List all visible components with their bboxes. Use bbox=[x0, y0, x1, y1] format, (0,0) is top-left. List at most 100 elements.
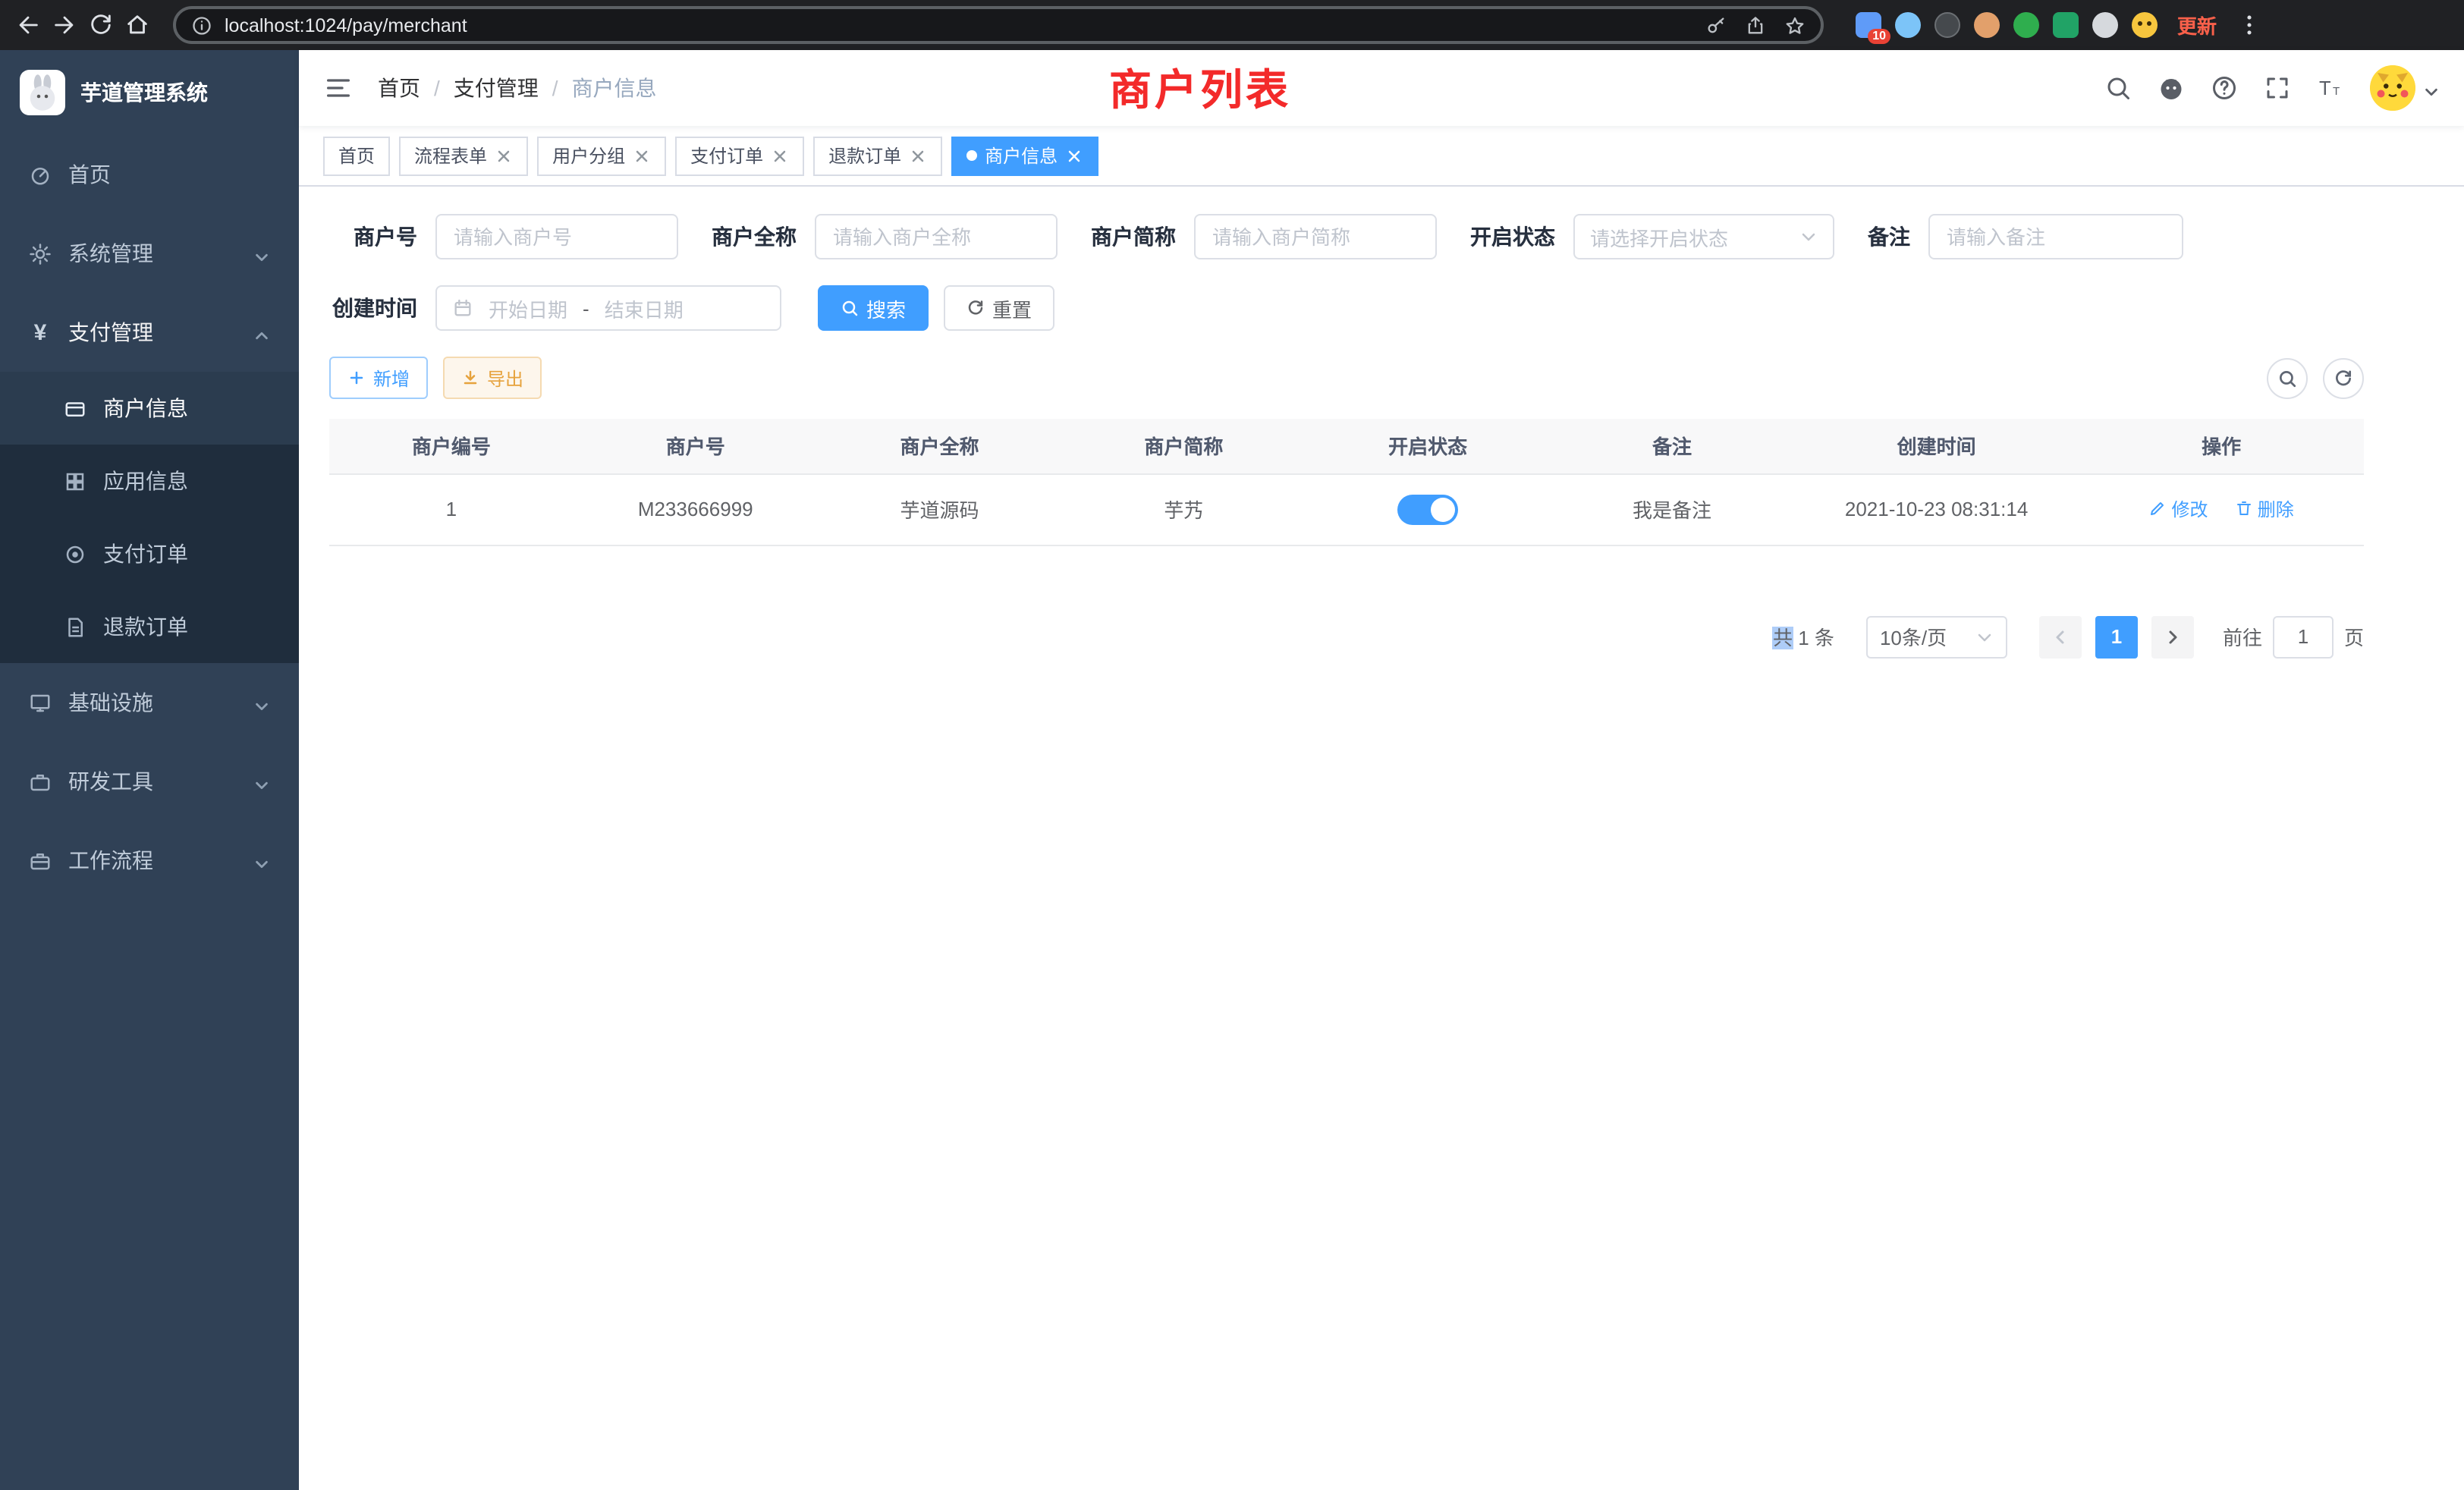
delete-link[interactable]: 删除 bbox=[2235, 496, 2294, 522]
pagination: 共 1 条 10条/页 1 前往 页 bbox=[329, 615, 2364, 658]
chevron-down-icon bbox=[253, 773, 270, 790]
fullscreen-icon[interactable] bbox=[2264, 74, 2291, 102]
tab-label: 用户分组 bbox=[552, 143, 625, 168]
sidebar-item-infrastructure[interactable]: 基础设施 bbox=[0, 663, 299, 742]
tab-label: 支付订单 bbox=[690, 143, 763, 168]
cell-merchant-no: M233666999 bbox=[574, 473, 818, 545]
back-icon[interactable] bbox=[15, 12, 41, 38]
status-toggle[interactable] bbox=[1397, 494, 1458, 524]
sidebar-item-merchant-info[interactable]: 商户信息 bbox=[0, 372, 299, 445]
sidebar-item-system[interactable]: 系统管理 bbox=[0, 214, 299, 293]
remark-label: 备注 bbox=[1868, 222, 1910, 252]
goto-label: 前往 bbox=[2223, 622, 2262, 651]
home-icon[interactable] bbox=[124, 12, 150, 38]
share-icon[interactable] bbox=[1745, 14, 1766, 36]
refresh-table-button[interactable] bbox=[2323, 357, 2364, 398]
browser-update-button[interactable]: 更新 bbox=[2177, 11, 2217, 39]
date-range-picker[interactable]: 开始日期 - 结束日期 bbox=[435, 285, 781, 331]
breadcrumb-home[interactable]: 首页 bbox=[378, 73, 420, 103]
sidebar-item-dev-tools[interactable]: 研发工具 bbox=[0, 742, 299, 821]
tab-pay-order[interactable]: 支付订单 bbox=[675, 136, 804, 175]
reset-button[interactable]: 重置 bbox=[944, 285, 1054, 331]
breadcrumb-separator: / bbox=[552, 76, 558, 100]
extension-person-icon[interactable] bbox=[2092, 12, 2118, 38]
close-icon[interactable] bbox=[633, 146, 651, 165]
export-button[interactable]: 导出 bbox=[443, 357, 542, 399]
refresh-icon bbox=[2334, 368, 2353, 388]
address-bar[interactable]: localhost:1024/pay/merchant bbox=[173, 6, 1824, 44]
sidebar-item-label: 首页 bbox=[68, 159, 270, 190]
page-jumper: 前往 页 bbox=[2223, 615, 2364, 658]
github-icon[interactable] bbox=[2158, 74, 2185, 102]
rabbit-logo-icon bbox=[20, 70, 65, 115]
tab-label: 退款订单 bbox=[828, 143, 901, 168]
merchant-name-input[interactable] bbox=[815, 214, 1058, 259]
col-merchant-id: 商户编号 bbox=[329, 419, 574, 473]
extension-green-doc-icon[interactable] bbox=[2053, 12, 2079, 38]
tab-refund-order[interactable]: 退款订单 bbox=[813, 136, 942, 175]
breadcrumb-payment[interactable]: 支付管理 bbox=[454, 73, 539, 103]
tab-merchant-info[interactable]: 商户信息 bbox=[951, 136, 1098, 175]
password-key-icon[interactable] bbox=[1705, 14, 1727, 36]
tab-home[interactable]: 首页 bbox=[323, 136, 390, 175]
sidebar-item-workflow[interactable]: 工作流程 bbox=[0, 821, 299, 900]
filter-row-1: 商户号 商户全称 商户简称 开启状态 请选择开启状态 bbox=[329, 214, 2364, 259]
sidebar-item-refund-order[interactable]: 退款订单 bbox=[0, 590, 299, 663]
sidebar-item-pay-order[interactable]: 支付订单 bbox=[0, 517, 299, 590]
close-icon[interactable] bbox=[495, 146, 513, 165]
forward-icon[interactable] bbox=[52, 12, 77, 38]
cell-short-name: 芋艿 bbox=[1061, 473, 1306, 545]
add-button[interactable]: 新增 bbox=[329, 357, 428, 399]
main-area: 首页 / 支付管理 / 商户信息 商户列表 TT bbox=[299, 50, 2464, 1490]
extension-dark-icon[interactable] bbox=[1934, 12, 1960, 38]
close-icon[interactable] bbox=[909, 146, 927, 165]
pagination-total: 共 1 条 bbox=[1773, 622, 1834, 651]
chevron-up-icon bbox=[253, 324, 270, 341]
goto-page-input[interactable] bbox=[2273, 615, 2334, 658]
edit-link[interactable]: 修改 bbox=[2149, 496, 2208, 522]
tab-user-group[interactable]: 用户分组 bbox=[537, 136, 666, 175]
font-size-icon[interactable]: TT bbox=[2317, 74, 2344, 102]
merchant-short-input[interactable] bbox=[1194, 214, 1437, 259]
reload-icon[interactable] bbox=[88, 12, 114, 38]
page-info-icon[interactable] bbox=[191, 14, 212, 36]
extension-avatar-icon[interactable] bbox=[1974, 12, 2000, 38]
extension-green-circle-icon[interactable] bbox=[2013, 12, 2039, 38]
remark-input[interactable] bbox=[1928, 214, 2183, 259]
sidebar-logo[interactable]: 芋道管理系统 bbox=[0, 50, 299, 135]
sidebar-item-label: 应用信息 bbox=[103, 466, 272, 496]
extension-smiley-icon[interactable] bbox=[2132, 12, 2158, 38]
help-icon[interactable] bbox=[2211, 74, 2238, 102]
prev-page-button[interactable] bbox=[2039, 615, 2082, 658]
tab-process-form[interactable]: 流程表单 bbox=[399, 136, 528, 175]
sidebar-item-home[interactable]: 首页 bbox=[0, 135, 299, 214]
sidebar-item-payment[interactable]: ¥ 支付管理 bbox=[0, 293, 299, 372]
col-full-name: 商户全称 bbox=[818, 419, 1062, 473]
page-1-button[interactable]: 1 bbox=[2095, 615, 2138, 658]
close-icon[interactable] bbox=[1065, 146, 1083, 165]
refresh-icon bbox=[966, 299, 985, 317]
add-button-label: 新增 bbox=[373, 365, 410, 391]
export-button-label: 导出 bbox=[487, 365, 523, 391]
page-content: 商户号 商户全称 商户简称 开启状态 请选择开启状态 bbox=[299, 187, 2464, 1490]
browser-chrome: localhost:1024/pay/merchant 10 更新 bbox=[0, 0, 2464, 50]
status-select[interactable]: 请选择开启状态 bbox=[1573, 214, 1834, 259]
kebab-menu-icon[interactable] bbox=[2236, 12, 2262, 38]
dashboard-icon bbox=[29, 163, 52, 186]
next-page-button[interactable] bbox=[2151, 615, 2194, 658]
toggle-search-button[interactable] bbox=[2267, 357, 2308, 398]
monitor-icon bbox=[29, 691, 52, 714]
close-icon[interactable] bbox=[771, 146, 789, 165]
extension-puzzle-icon[interactable]: 10 bbox=[1856, 12, 1881, 38]
search-button[interactable]: 搜索 bbox=[818, 285, 929, 331]
extension-pin-icon[interactable] bbox=[1895, 12, 1921, 38]
reset-button-label: 重置 bbox=[992, 294, 1032, 322]
merchant-no-input[interactable] bbox=[435, 214, 678, 259]
page-size-select[interactable]: 10条/页 bbox=[1866, 615, 2007, 658]
hamburger-icon[interactable] bbox=[323, 73, 354, 103]
bookmark-star-icon[interactable] bbox=[1784, 14, 1806, 36]
user-menu[interactable] bbox=[2370, 65, 2440, 111]
search-icon[interactable] bbox=[2104, 74, 2132, 102]
breadcrumb: 首页 / 支付管理 / 商户信息 bbox=[378, 73, 657, 103]
sidebar-item-app-info[interactable]: 应用信息 bbox=[0, 445, 299, 517]
